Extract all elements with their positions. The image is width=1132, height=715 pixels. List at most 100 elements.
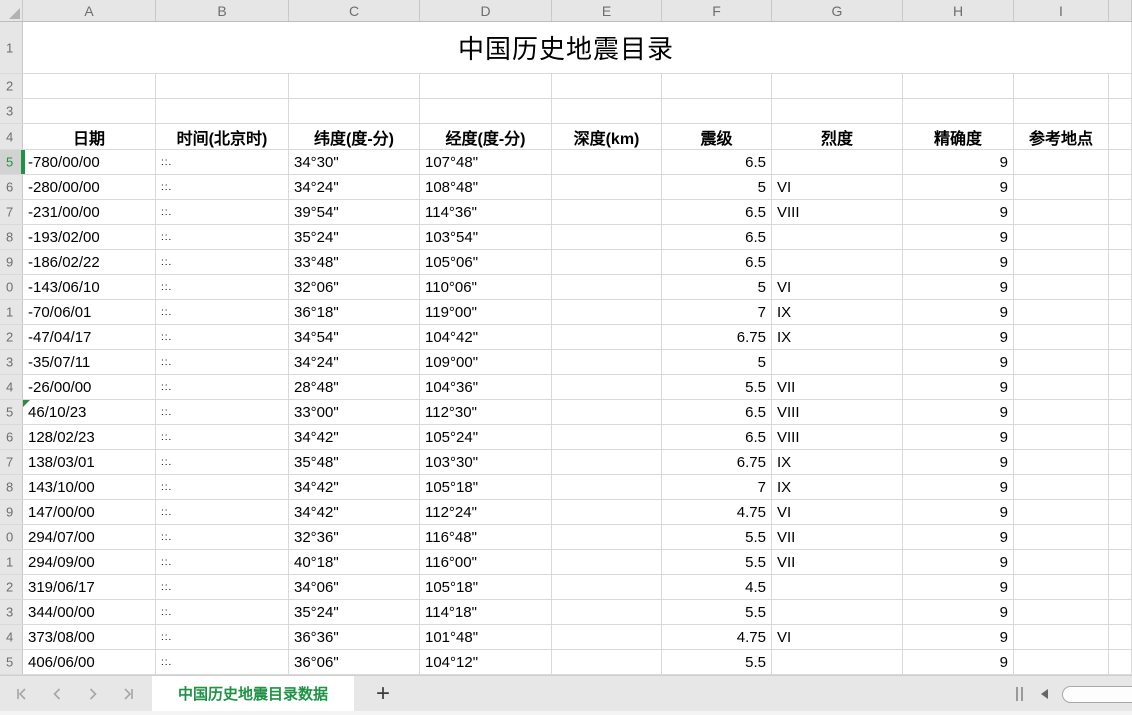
cell-A20[interactable]: 294/07/00 [23, 525, 156, 549]
cell-D2[interactable] [420, 74, 552, 98]
cell-B2[interactable] [156, 74, 289, 98]
cell-F13[interactable]: 5 [662, 350, 772, 374]
cell-G10[interactable]: VI [772, 275, 903, 299]
cell-A24[interactable]: 373/08/00 [23, 625, 156, 649]
cell-D5[interactable]: 107°48" [420, 150, 552, 174]
cell-clipped-22[interactable] [1109, 575, 1132, 599]
cell-A6[interactable]: -280/00/00 [23, 175, 156, 199]
tab-splitter-handle[interactable] [1016, 687, 1023, 701]
column-header-A[interactable]: A [23, 0, 156, 21]
cell-H14[interactable]: 9 [903, 375, 1014, 399]
row-header-7[interactable]: 7 [0, 200, 23, 224]
cell-I16[interactable] [1014, 425, 1109, 449]
cell-G7[interactable]: VIII [772, 200, 903, 224]
cell-B16[interactable]: ::. [156, 425, 289, 449]
cell-H13[interactable]: 9 [903, 350, 1014, 374]
cell-G24[interactable]: VI [772, 625, 903, 649]
row-header-24[interactable]: 4 [0, 625, 23, 649]
row-header-4[interactable]: 4 [0, 124, 23, 149]
column-header-H[interactable]: H [903, 0, 1014, 21]
cell-D11[interactable]: 119°00" [420, 300, 552, 324]
cell-C25[interactable]: 36°06" [289, 650, 420, 674]
cell-D16[interactable]: 105°24" [420, 425, 552, 449]
cell-I20[interactable] [1014, 525, 1109, 549]
cell-G3[interactable] [772, 99, 903, 123]
cell-A11[interactable]: -70/06/01 [23, 300, 156, 324]
cell-F25[interactable]: 5.5 [662, 650, 772, 674]
cell-D25[interactable]: 104°12" [420, 650, 552, 674]
cell-H12[interactable]: 9 [903, 325, 1014, 349]
cell-clipped-24[interactable] [1109, 625, 1132, 649]
scrollbar-thumb[interactable] [1062, 685, 1132, 703]
row-header-23[interactable]: 3 [0, 600, 23, 624]
cell-C24[interactable]: 36°36" [289, 625, 420, 649]
cell-G20[interactable]: VII [772, 525, 903, 549]
cell-F9[interactable]: 6.5 [662, 250, 772, 274]
cell-H8[interactable]: 9 [903, 225, 1014, 249]
cell-B12[interactable]: ::. [156, 325, 289, 349]
cell-D17[interactable]: 103°30" [420, 450, 552, 474]
cell-A5[interactable]: -780/00/00 [23, 150, 156, 174]
cell-I18[interactable] [1014, 475, 1109, 499]
column-header-clipped[interactable] [1109, 0, 1132, 21]
row-header-5[interactable]: 5 [0, 150, 23, 174]
cell-E24[interactable] [552, 625, 662, 649]
cell-E12[interactable] [552, 325, 662, 349]
cell-C19[interactable]: 34°42" [289, 500, 420, 524]
cell-clipped-8[interactable] [1109, 225, 1132, 249]
cell-E4[interactable]: 深度(km) [552, 124, 662, 149]
cell-I19[interactable] [1014, 500, 1109, 524]
cell-G15[interactable]: VIII [772, 400, 903, 424]
cell-clipped-4[interactable] [1109, 124, 1132, 149]
cell-C3[interactable] [289, 99, 420, 123]
cell-F15[interactable]: 6.5 [662, 400, 772, 424]
cell-A19[interactable]: 147/00/00 [23, 500, 156, 524]
cell-C4[interactable]: 纬度(度-分) [289, 124, 420, 149]
cell-E21[interactable] [552, 550, 662, 574]
cell-I10[interactable] [1014, 275, 1109, 299]
cell-I12[interactable] [1014, 325, 1109, 349]
cell-D24[interactable]: 101°48" [420, 625, 552, 649]
cell-B3[interactable] [156, 99, 289, 123]
cell-C21[interactable]: 40°18" [289, 550, 420, 574]
cell-A18[interactable]: 143/10/00 [23, 475, 156, 499]
cell-clipped-19[interactable] [1109, 500, 1132, 524]
cell-clipped-9[interactable] [1109, 250, 1132, 274]
cell-B22[interactable]: ::. [156, 575, 289, 599]
cell-C17[interactable]: 35°48" [289, 450, 420, 474]
cell-clipped-17[interactable] [1109, 450, 1132, 474]
row-header-1[interactable]: 1 [0, 22, 23, 73]
cell-H11[interactable]: 9 [903, 300, 1014, 324]
row-header-2[interactable]: 2 [0, 74, 23, 98]
cell-B5[interactable]: ::. [156, 150, 289, 174]
cell-I15[interactable] [1014, 400, 1109, 424]
first-sheet-icon[interactable] [10, 683, 32, 705]
cell-D9[interactable]: 105°06" [420, 250, 552, 274]
cell-I23[interactable] [1014, 600, 1109, 624]
cell-F24[interactable]: 4.75 [662, 625, 772, 649]
row-header-16[interactable]: 6 [0, 425, 23, 449]
cell-B4[interactable]: 时间(北京时) [156, 124, 289, 149]
column-header-G[interactable]: G [772, 0, 903, 21]
cell-F16[interactable]: 6.5 [662, 425, 772, 449]
cell-B23[interactable]: ::. [156, 600, 289, 624]
cell-F20[interactable]: 5.5 [662, 525, 772, 549]
row-header-10[interactable]: 0 [0, 275, 23, 299]
cell-clipped-14[interactable] [1109, 375, 1132, 399]
cell-C18[interactable]: 34°42" [289, 475, 420, 499]
cell-D23[interactable]: 114°18" [420, 600, 552, 624]
cell-G13[interactable] [772, 350, 903, 374]
cell-H23[interactable]: 9 [903, 600, 1014, 624]
cell-B6[interactable]: ::. [156, 175, 289, 199]
cell-D20[interactable]: 116°48" [420, 525, 552, 549]
cell-clipped-11[interactable] [1109, 300, 1132, 324]
column-header-B[interactable]: B [156, 0, 289, 21]
cell-I3[interactable] [1014, 99, 1109, 123]
cell-C16[interactable]: 34°42" [289, 425, 420, 449]
cell-I13[interactable] [1014, 350, 1109, 374]
cell-C9[interactable]: 33°48" [289, 250, 420, 274]
cell-F14[interactable]: 5.5 [662, 375, 772, 399]
cell-G12[interactable]: IX [772, 325, 903, 349]
cell-D8[interactable]: 103°54" [420, 225, 552, 249]
cell-C5[interactable]: 34°30" [289, 150, 420, 174]
